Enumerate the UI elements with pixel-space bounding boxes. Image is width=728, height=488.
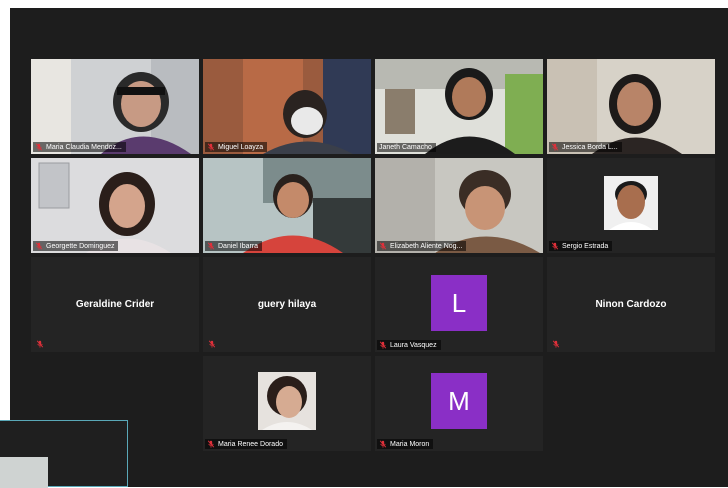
participant-tile[interactable]: Georgette Dominguez: [31, 158, 199, 253]
self-view-panel[interactable]: [0, 420, 128, 488]
participant-nameplate: Miguel Loayza: [205, 142, 268, 152]
participant-tile[interactable]: guery hilaya: [203, 257, 371, 352]
mic-muted-icon: [35, 143, 43, 151]
video-feed: [31, 158, 199, 253]
participant-name: Sergio Estrada: [562, 242, 609, 250]
participant-name: Maria Claudia Mendoz...: [46, 143, 122, 151]
participant-name: Janeth Camacho: [379, 144, 432, 151]
participant-name: Ninon Cardozo: [595, 299, 667, 310]
video-feed: [31, 59, 199, 154]
profile-photo: [604, 176, 658, 230]
participant-tile[interactable]: Daniel Ibarra: [203, 158, 371, 253]
participant-tile[interactable]: M Maria Moron: [375, 356, 543, 451]
participant-name: guery hilaya: [257, 299, 317, 310]
participant-tile[interactable]: Sergio Estrada: [547, 158, 715, 253]
video-feed: [375, 59, 543, 154]
participant-tile[interactable]: Maria Renee Dorado: [203, 356, 371, 451]
participant-nameplate: Jessica Borda L...: [549, 142, 622, 152]
mic-muted-icon: [207, 440, 215, 448]
participant-nameplate: Daniel Ibarra: [205, 241, 263, 251]
participant-name: Jessica Borda L...: [562, 143, 618, 151]
participant-nameplate: Sergio Estrada: [549, 241, 613, 251]
video-feed: [203, 158, 371, 253]
mic-muted-icon: [208, 340, 216, 348]
avatar: L: [431, 275, 487, 331]
participant-name: Geraldine Crider: [75, 299, 155, 310]
video-feed: [203, 59, 371, 154]
participant-name: Laura Vasquez: [390, 341, 437, 349]
mic-muted-icon: [207, 242, 215, 250]
profile-photo: [258, 372, 316, 430]
participant-nameplate: Janeth Camacho: [377, 143, 436, 152]
video-feed: [547, 59, 715, 154]
participant-name: Elizabeth Aliente Nog...: [390, 242, 463, 250]
mic-muted-icon: [207, 143, 215, 151]
participant-nameplate: Maria Renee Dorado: [205, 439, 287, 449]
participant-tile[interactable]: Maria Claudia Mendoz...: [31, 59, 199, 154]
zoom-gallery-view: Maria Claudia Mendoz... Miguel Loayza Ja…: [10, 8, 728, 487]
participant-nameplate: Maria Moron: [377, 439, 434, 449]
self-view-video: [0, 457, 48, 488]
participant-tile-active-speaker[interactable]: Janeth Camacho: [375, 59, 543, 154]
participant-tile[interactable]: Elizabeth Aliente Nog...: [375, 158, 543, 253]
participant-tile[interactable]: Ninon Cardozo: [547, 257, 715, 352]
participant-nameplate: Georgette Dominguez: [33, 241, 119, 251]
mic-muted-icon: [379, 242, 387, 250]
mic-muted-icon: [551, 143, 559, 151]
participant-nameplate: Laura Vasquez: [377, 340, 441, 350]
video-feed: [375, 158, 543, 253]
avatar: M: [431, 373, 487, 429]
participant-name: Maria Renee Dorado: [218, 440, 283, 448]
participant-tile[interactable]: Miguel Loayza: [203, 59, 371, 154]
mic-muted-icon: [379, 341, 387, 349]
participant-name: Miguel Loayza: [218, 143, 264, 151]
mic-muted-icon: [551, 242, 559, 250]
mic-muted-icon: [552, 340, 560, 348]
participant-name: Maria Moron: [390, 440, 430, 448]
mic-muted-icon: [35, 242, 43, 250]
participant-tile[interactable]: Jessica Borda L...: [547, 59, 715, 154]
participant-name: Daniel Ibarra: [218, 242, 259, 250]
participant-nameplate: Maria Claudia Mendoz...: [33, 142, 126, 152]
participant-tile[interactable]: Geraldine Crider: [31, 257, 199, 352]
participant-nameplate: Elizabeth Aliente Nog...: [377, 241, 467, 251]
mic-muted-icon: [36, 340, 44, 348]
participant-tile[interactable]: L Laura Vasquez: [375, 257, 543, 352]
participant-name: Georgette Dominguez: [46, 242, 115, 250]
mic-muted-icon: [379, 440, 387, 448]
